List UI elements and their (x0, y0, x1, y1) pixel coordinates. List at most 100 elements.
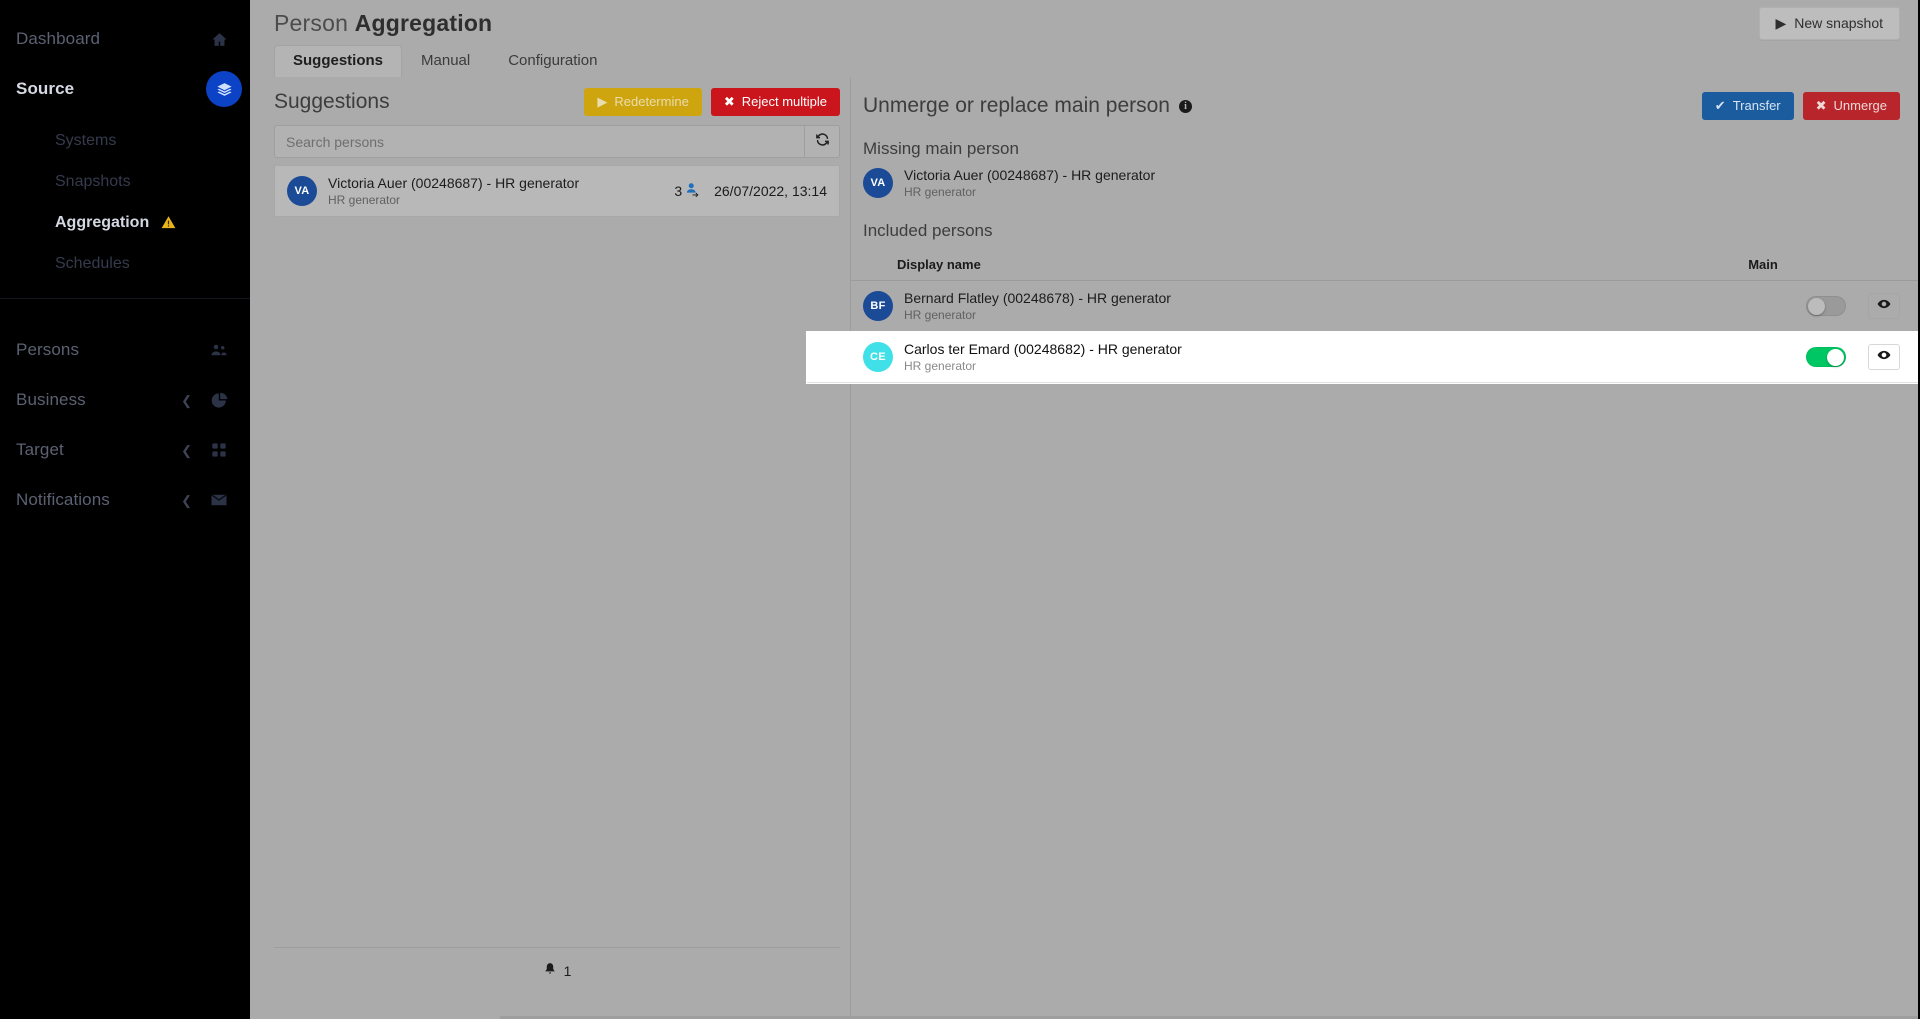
row-controls (1806, 293, 1900, 319)
sidebar-subitem-label: Systems (55, 131, 117, 149)
list-item-name: Victoria Auer (00248687) - HR generator (328, 175, 580, 191)
list-item-source: HR generator (328, 193, 401, 207)
tab-label: Manual (421, 52, 471, 69)
merge-count-value: 3 (674, 183, 683, 199)
missing-main-person-title: Missing main person (863, 139, 1019, 158)
new-snapshot-button[interactable]: ▶ New snapshot (1758, 6, 1900, 40)
info-icon-char: i (1184, 100, 1187, 112)
sidebar: Dashboard Source ▾ Systems Snapshots Agg… (0, 0, 250, 1019)
row-person: BF Bernard Flatley (00248678) - HR gener… (863, 290, 1171, 322)
tab-label: Configuration (508, 52, 598, 69)
person-merge-icon (685, 182, 700, 200)
sidebar-item-business[interactable]: Business ❮ (0, 375, 250, 425)
suggestion-list: VA Victoria Auer (00248687) - HR generat… (274, 165, 850, 217)
detail-title-group: Unmerge or replace main person i (863, 94, 1192, 118)
topbar-actions: ▶ New snapshot (1758, 6, 1900, 40)
main-toggle[interactable] (1806, 296, 1846, 316)
list-item[interactable]: VA Victoria Auer (00248687) - HR generat… (274, 165, 840, 217)
redetermine-label: Redetermine (614, 94, 689, 109)
new-snapshot-label: New snapshot (1794, 15, 1883, 31)
main-toggle[interactable] (1806, 347, 1846, 367)
row-source: HR generator (904, 359, 977, 373)
sidebar-subnav-source: Systems Snapshots Aggregation Schedules (0, 114, 250, 284)
refresh-icon (815, 132, 830, 152)
sidebar-item-aggregation[interactable]: Aggregation (0, 202, 250, 243)
sidebar-item-schedules[interactable]: Schedules (0, 243, 250, 284)
eye-icon (1877, 348, 1891, 367)
page-title: Person Aggregation (274, 10, 492, 37)
sidebar-item-snapshots[interactable]: Snapshots (0, 161, 250, 202)
check-icon: ✔ (1714, 98, 1726, 113)
sidebar-subitem-label: Schedules (55, 254, 130, 272)
tab-label: Suggestions (293, 52, 384, 69)
refresh-button[interactable] (804, 125, 840, 158)
sidebar-item-source[interactable]: Source ▾ (0, 64, 250, 114)
sidebar-divider (0, 298, 250, 299)
reject-multiple-button[interactable]: ✖ Reject multiple (710, 88, 840, 116)
table-row[interactable]: CE Carlos ter Emard (00248682) - HR gene… (807, 332, 1920, 383)
main-content: Person Aggregation ▶ New snapshot Sugges… (250, 0, 1920, 1019)
search-bar (274, 125, 840, 158)
tab-manual[interactable]: Manual (402, 45, 489, 77)
home-icon (206, 26, 232, 52)
row-name: Carlos ter Emard (00248682) - HR generat… (904, 341, 1182, 357)
sidebar-item-target[interactable]: Target ❮ (0, 425, 250, 475)
main-person-name: Victoria Auer (00248687) - HR generator (904, 167, 1156, 183)
suggestions-actions: ▶ Redetermine ✖ Reject multiple (584, 88, 840, 116)
chevron-left-icon[interactable]: ❮ (181, 444, 192, 457)
toggle-knob (1827, 349, 1844, 366)
detail-header: Unmerge or replace main person i ✔ Trans… (851, 77, 1920, 125)
page-title-bold: Aggregation (354, 9, 493, 36)
avatar-initials: VA (870, 177, 886, 189)
bell-icon (543, 962, 557, 979)
table-header: Display name Main (851, 257, 1920, 281)
warning-icon (161, 215, 176, 230)
grid-icon (206, 437, 232, 463)
tab-bar: Suggestions Manual Configuration (250, 45, 1920, 77)
detail-actions: ✔ Transfer ✖ Unmerge (1701, 92, 1900, 120)
toggle-knob (1808, 298, 1825, 315)
unmerge-button[interactable]: ✖ Unmerge (1802, 92, 1900, 120)
play-icon: ▶ (1775, 14, 1787, 31)
sidebar-item-notifications[interactable]: Notifications ❮ (0, 475, 250, 525)
people-icon (206, 337, 232, 363)
sidebar-item-dashboard[interactable]: Dashboard (0, 14, 250, 64)
detail-title: Unmerge or replace main person (863, 94, 1170, 117)
tab-suggestions[interactable]: Suggestions (274, 45, 403, 77)
transfer-button[interactable]: ✔ Transfer (1701, 92, 1794, 120)
redetermine-button[interactable]: ▶ Redetermine (584, 88, 702, 116)
sidebar-item-persons[interactable]: Persons (0, 325, 250, 375)
tab-configuration[interactable]: Configuration (489, 45, 616, 77)
table-row[interactable]: BF Bernard Flatley (00248678) - HR gener… (851, 281, 1920, 332)
row-name: Bernard Flatley (00248678) - HR generato… (904, 290, 1171, 306)
sidebar-subitem-label: Snapshots (55, 172, 131, 190)
included-persons-title: Included persons (863, 221, 993, 240)
preview-button[interactable] (1868, 344, 1900, 370)
suggestions-title: Suggestions (274, 90, 390, 113)
main-person-row: VA Victoria Auer (00248687) - HR generat… (851, 165, 1920, 199)
info-icon[interactable]: i (1178, 99, 1192, 113)
sidebar-subitem-label: Aggregation (55, 213, 150, 231)
column-header-main: Main (1748, 257, 1778, 272)
reject-multiple-label: Reject multiple (741, 94, 827, 109)
avatar-initials: BF (870, 300, 886, 312)
avatar-initials: CE (870, 351, 886, 363)
row-source: HR generator (904, 308, 977, 322)
row-person: CE Carlos ter Emard (00248682) - HR gene… (863, 341, 1182, 373)
sidebar-item-label: Business (16, 390, 86, 409)
app-window: Dashboard Source ▾ Systems Snapshots Agg… (0, 0, 1920, 1019)
chevron-left-icon[interactable]: ❮ (181, 494, 192, 507)
avatar: CE (863, 342, 893, 372)
pie-chart-icon (206, 387, 232, 413)
preview-button[interactable] (1868, 293, 1900, 319)
chevron-left-icon[interactable]: ❮ (181, 394, 192, 407)
search-input[interactable] (274, 125, 804, 158)
sidebar-item-systems[interactable]: Systems (0, 120, 250, 161)
row-texts: Carlos ter Emard (00248682) - HR generat… (904, 341, 1182, 373)
eye-icon (1877, 297, 1891, 316)
suggestions-panel: Suggestions ▶ Redetermine ✖ Reject multi… (274, 77, 851, 1019)
layers-icon[interactable] (206, 71, 242, 107)
close-icon: ✖ (1815, 98, 1827, 113)
main-person-source: HR generator (904, 185, 977, 199)
